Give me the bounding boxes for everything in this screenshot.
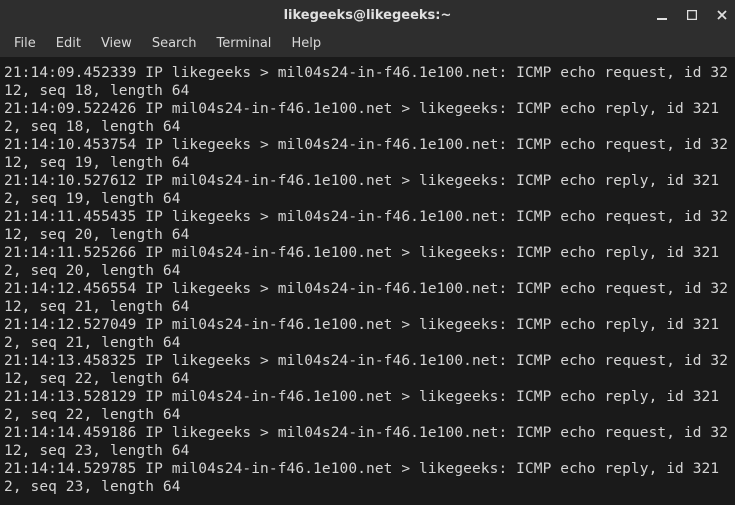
terminal-line: 21:14:12.527049 IP mil04s24-in-f46.1e100… [4, 316, 733, 352]
window-controls [655, 8, 729, 22]
terminal-line: 21:14:13.528129 IP mil04s24-in-f46.1e100… [4, 388, 733, 424]
terminal-line: 21:14:09.522426 IP mil04s24-in-f46.1e100… [4, 100, 733, 136]
terminal-line: 21:14:13.458325 IP likegeeks > mil04s24-… [4, 352, 733, 388]
maximize-button[interactable] [685, 8, 699, 22]
menu-file[interactable]: File [4, 32, 46, 55]
close-button[interactable] [715, 8, 729, 22]
terminal-line: 21:14:14.459186 IP likegeeks > mil04s24-… [4, 424, 733, 460]
terminal-line: 21:14:14.529785 IP mil04s24-in-f46.1e100… [4, 460, 733, 496]
menu-view[interactable]: View [91, 32, 142, 55]
terminal-line: 21:14:11.455435 IP likegeeks > mil04s24-… [4, 208, 733, 244]
menu-search[interactable]: Search [142, 32, 207, 55]
window-title: likegeeks@likegeeks:~ [284, 8, 452, 23]
terminal-line: 21:14:10.453754 IP likegeeks > mil04s24-… [4, 136, 733, 172]
terminal-line: 21:14:12.456554 IP likegeeks > mil04s24-… [4, 280, 733, 316]
terminal-line: 21:14:10.527612 IP mil04s24-in-f46.1e100… [4, 172, 733, 208]
terminal-output[interactable]: 21:14:09.452339 IP likegeeks > mil04s24-… [0, 58, 735, 505]
minimize-button[interactable] [655, 8, 669, 22]
window-titlebar: likegeeks@likegeeks:~ [0, 0, 735, 30]
menu-help[interactable]: Help [281, 32, 331, 55]
menu-edit[interactable]: Edit [46, 32, 91, 55]
menubar: File Edit View Search Terminal Help [0, 30, 735, 58]
menu-terminal[interactable]: Terminal [206, 32, 281, 55]
terminal-line: 21:14:11.525266 IP mil04s24-in-f46.1e100… [4, 244, 733, 280]
terminal-line: 21:14:09.452339 IP likegeeks > mil04s24-… [4, 64, 733, 100]
